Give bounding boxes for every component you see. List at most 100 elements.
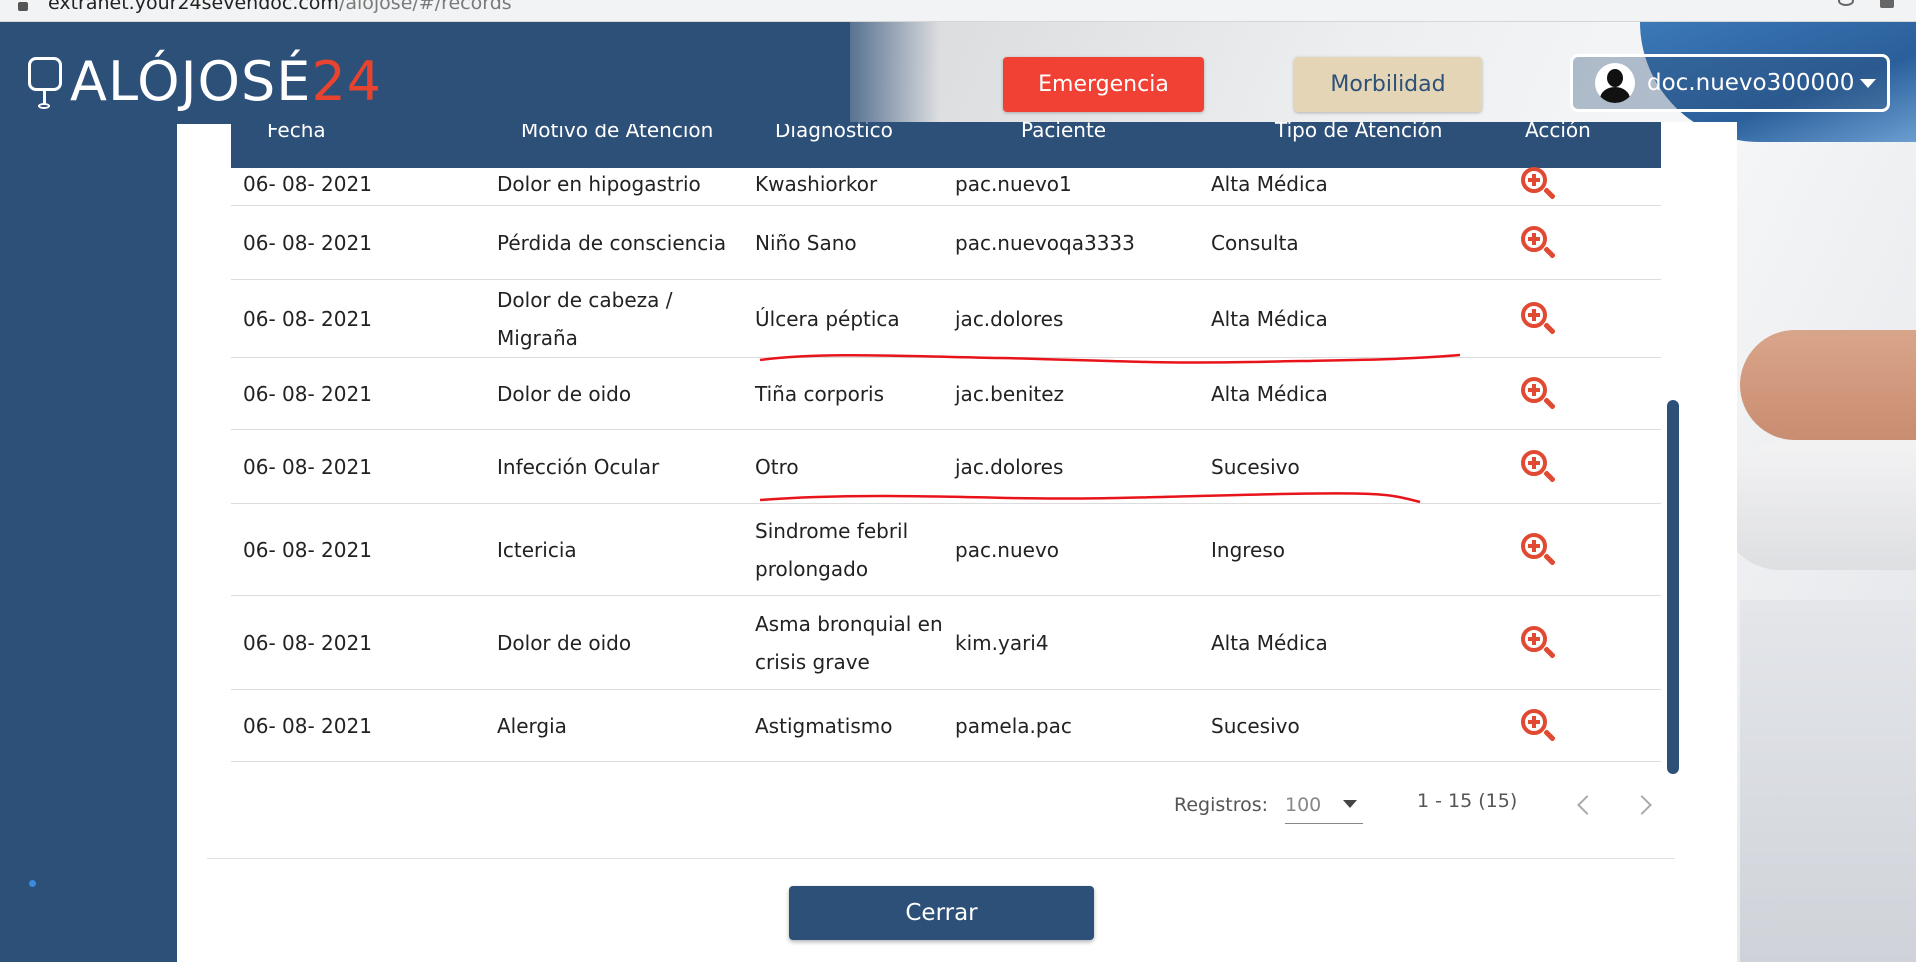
- cell-paciente: jac.dolores: [955, 455, 1064, 479]
- cell-paciente: jac.dolores: [955, 307, 1064, 331]
- cell-diagnostico-line: Úlcera péptica: [755, 307, 900, 331]
- cell-diagnostico-line: prolongado: [755, 557, 869, 581]
- cell-diagnostico: Asma bronquial en crisis grave: [755, 605, 943, 681]
- emergencia-button[interactable]: Emergencia: [1003, 57, 1204, 112]
- cell-paciente: kim.yari4: [955, 631, 1049, 655]
- cell-motivo-line: Infección Ocular: [497, 455, 660, 479]
- cell-diagnostico: Tiña corporis: [755, 375, 884, 413]
- cell-tipo: Alta Médica: [1211, 307, 1328, 331]
- zoom-in-icon[interactable]: [1521, 450, 1556, 484]
- key-icon[interactable]: [1838, 0, 1854, 6]
- cell-diagnostico-line: Kwashiorkor: [755, 172, 878, 196]
- cell-motivo-line: Dolor en hipogastrio: [497, 172, 701, 196]
- records-modal: Fecha Motivo de Atención Diagnóstico Pac…: [177, 118, 1737, 962]
- cell-motivo-line: Dolor de oido: [497, 382, 632, 406]
- cell-fecha: 06- 08- 2021: [243, 382, 372, 406]
- page-size-value: 100: [1285, 794, 1322, 816]
- cell-motivo: Dolor de cabeza / Migraña: [497, 281, 672, 357]
- table-row: 06- 08- 2021 Dolor en hipogastrio Kwashior…: [231, 162, 1661, 206]
- url-host: extranet.your24sevendoc.com: [48, 0, 339, 14]
- cell-paciente: pac.nuevoqa3333: [955, 231, 1135, 255]
- cell-tipo: Sucesivo: [1211, 455, 1300, 479]
- app-header: ALÓJOSÉ24 Emergencia Morbilidad doc.nuev…: [0, 22, 1916, 124]
- cell-diagnostico-line: crisis grave: [755, 650, 870, 674]
- registros-label: Registros:: [1174, 794, 1269, 816]
- cell-motivo: Dolor en hipogastrio: [497, 165, 701, 203]
- cell-diagnostico: Niño Sano: [755, 224, 857, 262]
- zoom-in-icon[interactable]: [1521, 302, 1556, 336]
- stethoscope-icon: [26, 55, 64, 109]
- cell-tipo: Sucesivo: [1211, 714, 1300, 738]
- cell-motivo-line: Ictericia: [497, 538, 577, 562]
- chevron-right-icon[interactable]: [1632, 795, 1652, 815]
- user-menu-button[interactable]: doc.nuevo300000: [1570, 54, 1890, 112]
- page-size-select[interactable]: 100: [1285, 794, 1363, 824]
- logo-number: 24: [311, 50, 383, 113]
- chevron-left-icon[interactable]: [1577, 795, 1597, 815]
- chevron-down-icon: [1343, 800, 1357, 808]
- cell-diagnostico-line: Astigmatismo: [755, 714, 893, 738]
- cell-fecha: 06- 08- 2021: [243, 538, 372, 562]
- table-scrollbar[interactable]: [1667, 400, 1679, 774]
- lock-icon: [18, 2, 28, 11]
- header-fade: [820, 22, 940, 124]
- cell-diagnostico: Úlcera péptica: [755, 300, 900, 338]
- cell-diagnostico-line: Asma bronquial en: [755, 612, 943, 636]
- cell-tipo: Alta Médica: [1211, 172, 1328, 196]
- user-name: doc.nuevo300000: [1647, 70, 1855, 96]
- caret-down-icon: [1860, 78, 1877, 88]
- cell-fecha: 06- 08- 2021: [243, 455, 372, 479]
- zoom-in-icon[interactable]: [1521, 167, 1556, 201]
- zoom-in-icon[interactable]: [1521, 226, 1556, 260]
- cerrar-button[interactable]: Cerrar: [789, 886, 1094, 940]
- cell-motivo: Ictericia: [497, 531, 577, 569]
- sidebar-indicator-dot: [29, 880, 36, 887]
- cell-motivo-line: Dolor de cabeza /: [497, 288, 673, 312]
- pagination-range: 1 - 15 (15): [1417, 790, 1518, 812]
- table-row: 06- 08- 2021 Alergia Astigmatismo pamela.pa…: [231, 690, 1661, 762]
- table-row: 06- 08- 2021 Ictericia Sindrome febril prol…: [231, 504, 1661, 596]
- cell-tipo: Alta Médica: [1211, 382, 1328, 406]
- cell-diagnostico: Sindrome febril prolongado: [755, 512, 908, 588]
- cell-diagnostico-line: Sindrome febril: [755, 519, 909, 543]
- zoom-in-icon[interactable]: [1521, 709, 1556, 743]
- cell-diagnostico: Kwashiorkor: [755, 165, 877, 203]
- cell-diagnostico-line: Niño Sano: [755, 231, 857, 255]
- table-row: 06- 08- 2021 Dolor de oido Tiña corporis ja…: [231, 358, 1661, 430]
- background-photo-arm: [1740, 330, 1916, 440]
- cell-paciente: pac.nuevo: [955, 538, 1060, 562]
- cell-tipo: Ingreso: [1211, 538, 1286, 562]
- browser-url[interactable]: extranet.your24sevendoc.com/alojose/#/re…: [48, 0, 512, 14]
- cell-paciente: pac.nuevo1: [955, 172, 1072, 196]
- zoom-in-icon[interactable]: [1521, 626, 1556, 660]
- zoom-in-icon[interactable]: [1521, 533, 1556, 567]
- cell-motivo: Dolor de oido: [497, 624, 631, 662]
- background-photo-coat: [1740, 600, 1916, 962]
- cell-motivo-line: Alergia: [497, 714, 567, 738]
- table-row: 06- 08- 2021 Pérdida de consciencia Niño S…: [231, 206, 1661, 280]
- logo-text: ALÓJOSÉ24: [70, 52, 382, 112]
- logo-word: ALÓJOSÉ: [70, 50, 312, 113]
- cell-fecha: 06- 08- 2021: [243, 172, 372, 196]
- cell-motivo: Pérdida de consciencia: [497, 224, 726, 262]
- cell-tipo: Consulta: [1211, 231, 1299, 255]
- extension-icon[interactable]: [1880, 0, 1894, 8]
- cell-motivo: Infección Ocular: [497, 448, 659, 486]
- zoom-in-icon[interactable]: [1521, 377, 1556, 411]
- app-logo[interactable]: ALÓJOSÉ24: [26, 52, 382, 112]
- background-photo-sleeve: [1720, 440, 1916, 570]
- cell-diagnostico: Otro: [755, 448, 799, 486]
- cell-motivo: Dolor de oido: [497, 375, 631, 413]
- cell-tipo: Alta Médica: [1211, 631, 1328, 655]
- cell-motivo-line: Pérdida de consciencia: [497, 231, 727, 255]
- morbilidad-button[interactable]: Morbilidad: [1294, 57, 1482, 112]
- table-row: 06- 08- 2021 Dolor de cabeza / Migraña Úlce…: [231, 280, 1661, 358]
- footer-divider: [207, 858, 1675, 859]
- browser-url-bar[interactable]: extranet.your24sevendoc.com/alojose/#/re…: [0, 0, 1916, 22]
- cell-motivo-line: Migraña: [497, 326, 578, 350]
- cell-diagnostico-line: Tiña corporis: [755, 382, 885, 406]
- table-row: 06- 08- 2021 Infección Ocular Otro jac.dolo…: [231, 430, 1661, 504]
- cell-motivo: Alergia: [497, 707, 567, 745]
- cell-paciente: jac.benitez: [955, 382, 1065, 406]
- cell-fecha: 06- 08- 2021: [243, 714, 372, 738]
